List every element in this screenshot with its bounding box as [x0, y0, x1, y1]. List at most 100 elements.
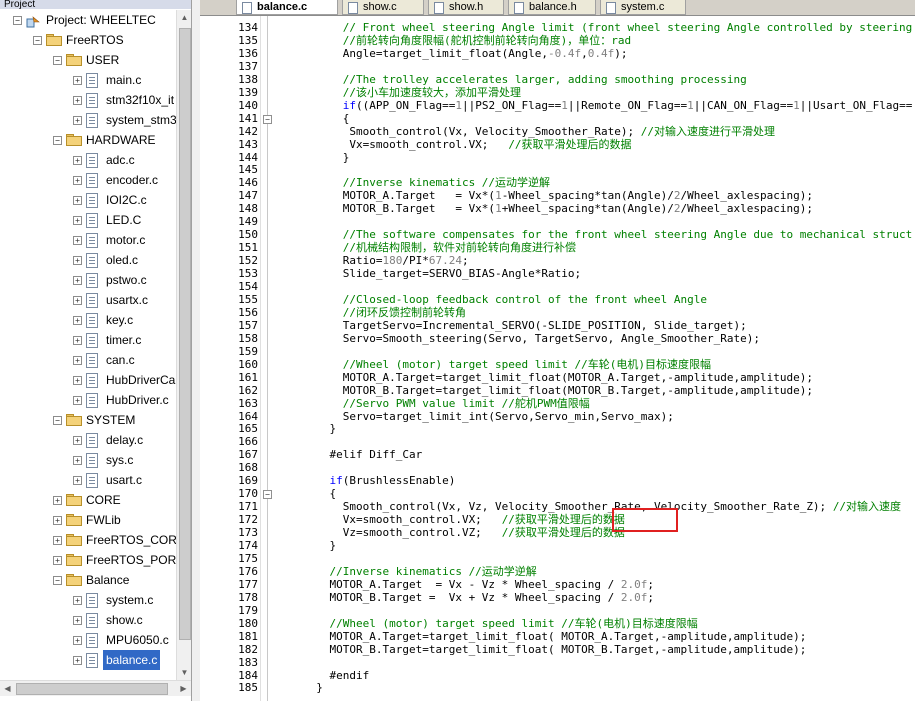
- collapse-icon[interactable]: −: [13, 16, 22, 25]
- expand-icon[interactable]: +: [53, 556, 62, 565]
- tree-file[interactable]: + balance.c: [0, 650, 176, 670]
- tree-folder[interactable]: − FreeRTOS: [0, 30, 176, 50]
- collapse-icon[interactable]: −: [53, 416, 62, 425]
- code-line[interactable]: //前轮转向角度限幅(舵机控制前轮转向角度)，单位：rad: [303, 34, 631, 47]
- code-line[interactable]: //Closed-loop feedback control of the fr…: [303, 293, 707, 306]
- expand-icon[interactable]: +: [73, 316, 82, 325]
- project-horizontal-scrollbar[interactable]: ◀ ▶: [0, 680, 191, 696]
- expand-icon[interactable]: +: [73, 636, 82, 645]
- scroll-up-icon[interactable]: ▲: [177, 10, 191, 25]
- expand-icon[interactable]: +: [73, 116, 82, 125]
- expand-icon[interactable]: +: [73, 256, 82, 265]
- expand-icon[interactable]: +: [73, 356, 82, 365]
- tree-file[interactable]: + usartx.c: [0, 290, 176, 310]
- tree-folder[interactable]: − USER: [0, 50, 176, 70]
- tree-folder[interactable]: + CORE: [0, 490, 176, 510]
- tree-file[interactable]: + can.c: [0, 350, 176, 370]
- tree-file[interactable]: + main.c: [0, 70, 176, 90]
- tree-file[interactable]: + HubDriver.c: [0, 390, 176, 410]
- code-line[interactable]: Smooth_control(Vx, Vz, Velocity_Smoother…: [303, 500, 901, 513]
- tree-file[interactable]: + system.c: [0, 590, 176, 610]
- code-editor[interactable]: 134 135 136 137 138 139 140 141 142 143 144 145 146 1…: [200, 16, 915, 701]
- expand-icon[interactable]: +: [73, 236, 82, 245]
- code-line[interactable]: MOTOR_B.Target = Vx*(1+Wheel_spacing*tan…: [303, 202, 813, 215]
- code-line[interactable]: //Servo PWM value limit //舵机PWM值限幅: [303, 397, 590, 410]
- fold-collapse-icon[interactable]: −: [263, 490, 272, 499]
- tree-file[interactable]: + timer.c: [0, 330, 176, 350]
- code-line[interactable]: if((APP_ON_Flag==1||PS2_ON_Flag==1||Remo…: [303, 99, 913, 112]
- expand-icon[interactable]: +: [73, 296, 82, 305]
- expand-icon[interactable]: +: [73, 396, 82, 405]
- tree-folder[interactable]: − HARDWARE: [0, 130, 176, 150]
- code-line[interactable]: MOTOR_A.Target = Vx - Vz * Wheel_spacing…: [303, 578, 654, 591]
- tree-file[interactable]: + IOI2C.c: [0, 190, 176, 210]
- code-line[interactable]: }: [303, 151, 350, 164]
- code-line[interactable]: {: [303, 487, 336, 500]
- code-line[interactable]: MOTOR_A.Target=target_limit_float( MOTOR…: [303, 630, 806, 643]
- expand-icon[interactable]: +: [73, 176, 82, 185]
- collapse-icon[interactable]: −: [53, 136, 62, 145]
- code-line[interactable]: //机械结构限制，软件对前轮转向角度进行补偿: [303, 241, 576, 254]
- tree-file[interactable]: + LED.C: [0, 210, 176, 230]
- code-line[interactable]: //Inverse kinematics //运动学逆解: [303, 176, 550, 189]
- code-line[interactable]: Servo=target_limit_int(Servo,Servo_min,S…: [303, 410, 674, 423]
- code-line[interactable]: // Front wheel steering Angle limit (fro…: [303, 21, 913, 34]
- code-line[interactable]: //闭环反馈控制前轮转角: [303, 306, 466, 319]
- code-line[interactable]: //Wheel (motor) target speed limit //车轮(…: [303, 358, 711, 371]
- expand-icon[interactable]: +: [73, 216, 82, 225]
- project-vertical-scrollbar[interactable]: ▲ ▼: [176, 10, 191, 680]
- collapse-icon[interactable]: −: [33, 36, 42, 45]
- code-line[interactable]: Servo=Smooth_steering(Servo, TargetServo…: [303, 332, 760, 345]
- tree-file[interactable]: + MPU6050.c: [0, 630, 176, 650]
- expand-icon[interactable]: +: [73, 196, 82, 205]
- expand-icon[interactable]: +: [73, 376, 82, 385]
- tree-file[interactable]: + pstwo.c: [0, 270, 176, 290]
- tab-system-c[interactable]: system.c: [600, 0, 686, 15]
- tree-folder[interactable]: + FreeRTOS_CORE: [0, 530, 176, 550]
- code-line[interactable]: if(BrushlessEnable): [303, 474, 455, 487]
- tree-file[interactable]: + oled.c: [0, 250, 176, 270]
- scroll-thumb[interactable]: [179, 28, 191, 640]
- scroll-down-icon[interactable]: ▼: [177, 665, 191, 680]
- tree-folder[interactable]: + FWLib: [0, 510, 176, 530]
- expand-icon[interactable]: +: [73, 476, 82, 485]
- scroll-thumb[interactable]: [16, 683, 168, 695]
- code-line[interactable]: //该小车加速度较大，添加平滑处理: [303, 86, 521, 99]
- code-line[interactable]: }: [303, 681, 323, 694]
- tree-file[interactable]: + key.c: [0, 310, 176, 330]
- code-line[interactable]: MOTOR_B.Target=target_limit_float(MOTOR_…: [303, 384, 813, 397]
- expand-icon[interactable]: +: [73, 76, 82, 85]
- code-line[interactable]: MOTOR_B.Target = Vx + Vz * Wheel_spacing…: [303, 591, 654, 604]
- tree-file[interactable]: + stm32f10x_it: [0, 90, 176, 110]
- expand-icon[interactable]: +: [73, 436, 82, 445]
- tree-file[interactable]: + delay.c: [0, 430, 176, 450]
- expand-icon[interactable]: +: [73, 96, 82, 105]
- code-line[interactable]: Ratio=180/PI*67.24;: [303, 254, 469, 267]
- code-line[interactable]: MOTOR_B.Target=target_limit_float( MOTOR…: [303, 643, 806, 656]
- tree-folder[interactable]: − Balance: [0, 570, 176, 590]
- collapse-icon[interactable]: −: [53, 56, 62, 65]
- code-line[interactable]: Vz=smooth_control.VZ; //获取平滑处理后的数据: [303, 526, 625, 539]
- tree-file[interactable]: + usart.c: [0, 470, 176, 490]
- expand-icon[interactable]: +: [73, 656, 82, 665]
- tab-balance-c[interactable]: balance.c: [236, 0, 338, 15]
- code-line[interactable]: Slide_target=SERVO_BIAS-Angle*Ratio;: [303, 267, 581, 280]
- code-line[interactable]: #elif Diff_Car: [303, 448, 422, 461]
- code-line[interactable]: MOTOR_A.Target = Vx*(1-Wheel_spacing*tan…: [303, 189, 813, 202]
- code-line[interactable]: }: [303, 422, 336, 435]
- code-line[interactable]: TargetServo=Incremental_SERVO(-SLIDE_POS…: [303, 319, 747, 332]
- tab-show-h[interactable]: show.h: [428, 0, 504, 15]
- code-line[interactable]: //Inverse kinematics //运动学逆解: [303, 565, 536, 578]
- tree-file[interactable]: + HubDriverCa: [0, 370, 176, 390]
- expand-icon[interactable]: +: [53, 496, 62, 505]
- tree-file[interactable]: + sys.c: [0, 450, 176, 470]
- tree-file[interactable]: + motor.c: [0, 230, 176, 250]
- tree-project-root[interactable]: − Project: WHEELTEC: [0, 10, 176, 30]
- expand-icon[interactable]: +: [73, 616, 82, 625]
- code-line[interactable]: {: [303, 112, 350, 125]
- expand-icon[interactable]: +: [73, 456, 82, 465]
- tree-file[interactable]: + system_stm3: [0, 110, 176, 130]
- expand-icon[interactable]: +: [73, 336, 82, 345]
- tree-file[interactable]: + show.c: [0, 610, 176, 630]
- code-line[interactable]: Angle=target_limit_float(Angle,-0.4f,0.4…: [303, 47, 628, 60]
